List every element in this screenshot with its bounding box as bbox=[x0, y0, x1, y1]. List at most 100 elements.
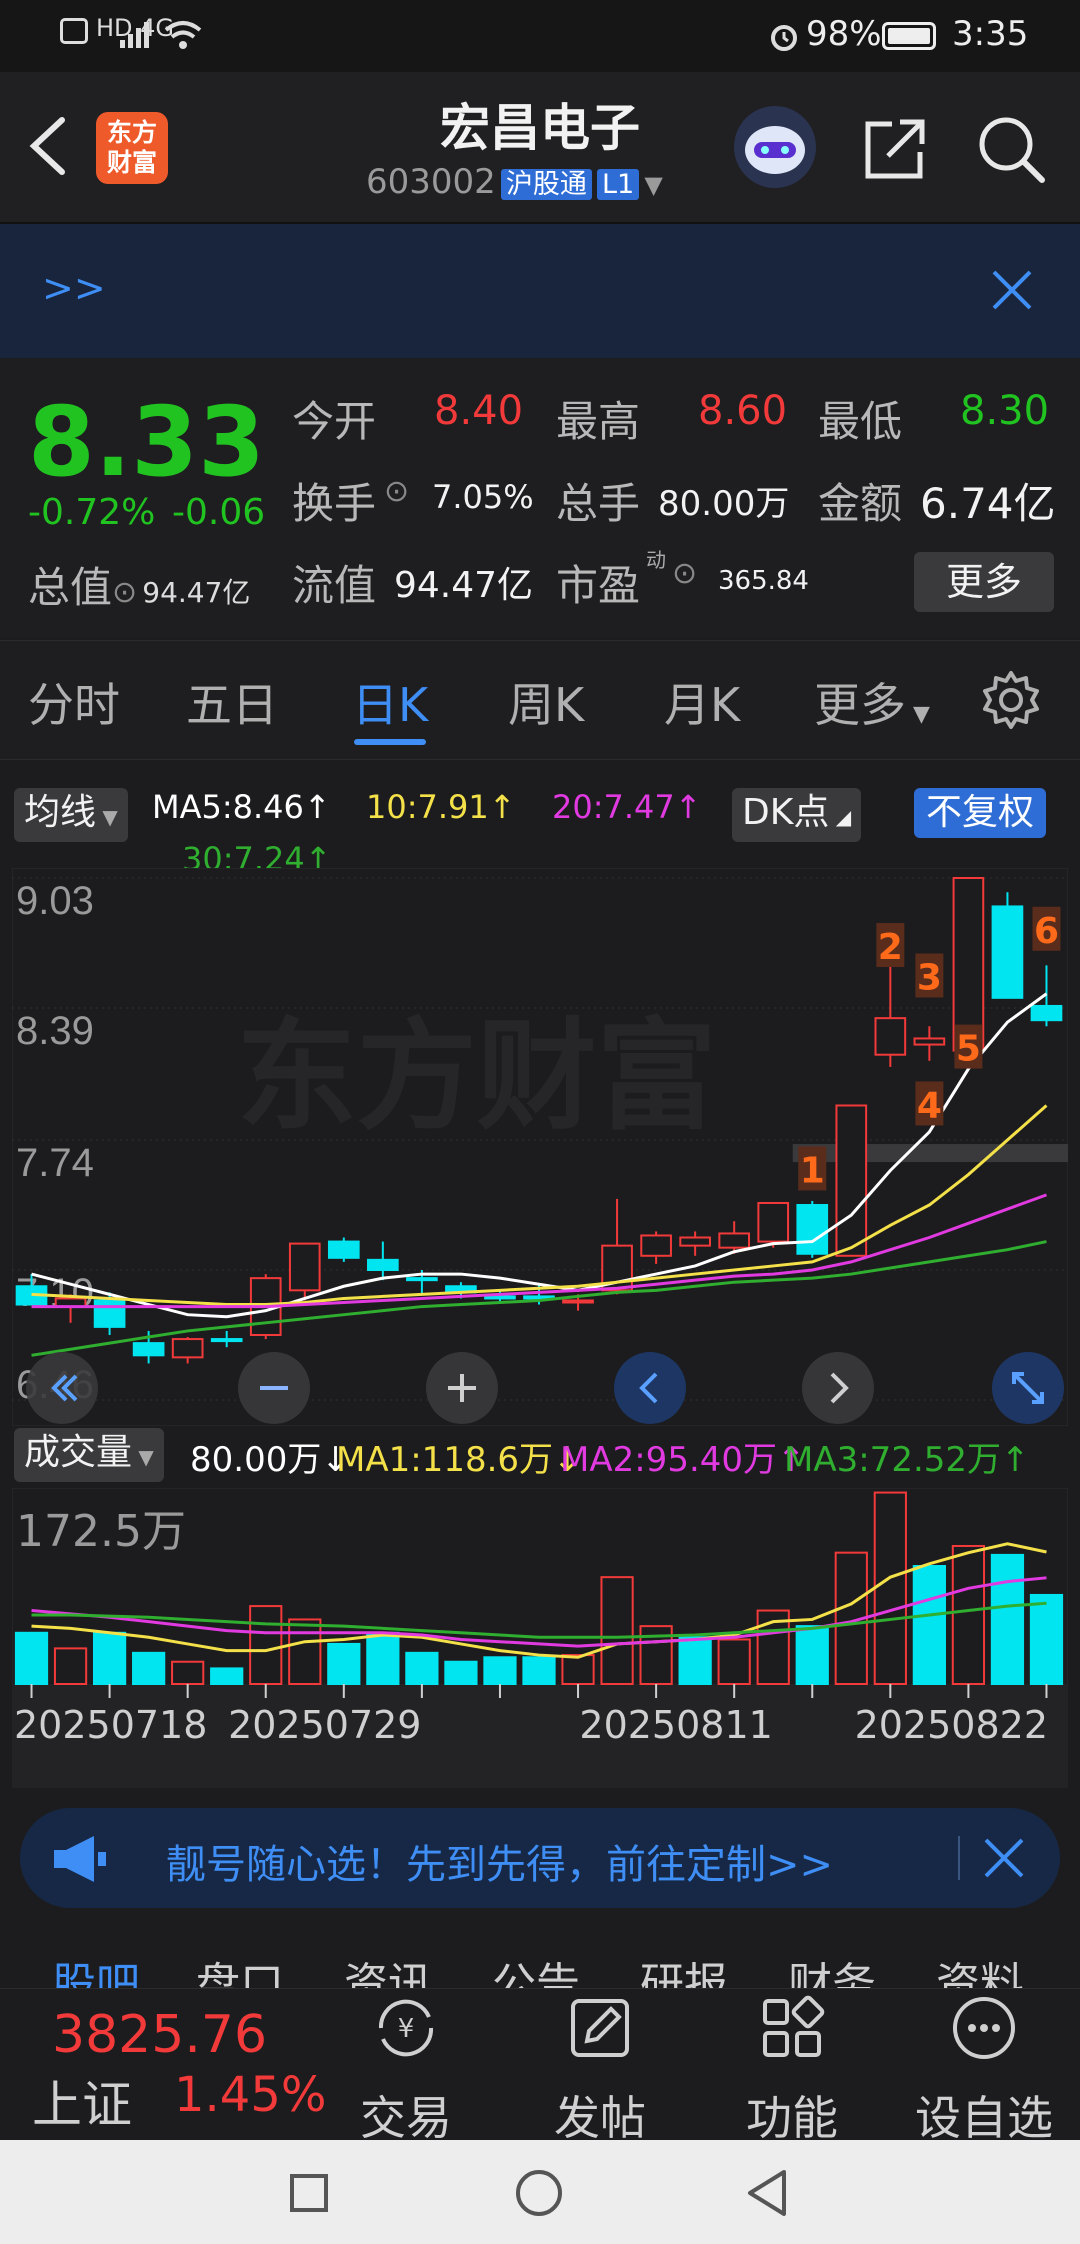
adjust-toggle[interactable]: 不复权 bbox=[914, 788, 1047, 838]
indicator-selector[interactable]: 均线 ▼ bbox=[14, 788, 128, 842]
volume-bar bbox=[288, 1618, 322, 1685]
volume-bar bbox=[405, 1651, 439, 1685]
kline-chart[interactable]: 9.038.397.747.106.46东方财富123456 bbox=[11, 867, 1069, 1427]
alarm-icon bbox=[771, 25, 797, 51]
vol-ma2: MA2:95.40万↑ bbox=[560, 1440, 806, 1480]
volume-bar bbox=[249, 1605, 283, 1685]
nav-post[interactable]: 发帖 bbox=[520, 1993, 680, 2148]
chevron-down-icon: ▼ bbox=[644, 171, 663, 199]
subtab-reports[interactable]: 研报 bbox=[640, 1948, 728, 1988]
volume-bar bbox=[522, 1656, 556, 1685]
volume-bar bbox=[327, 1642, 361, 1685]
volume-bar bbox=[717, 1638, 751, 1685]
info-icon[interactable]: ⊙ bbox=[112, 575, 137, 610]
volume-bar bbox=[366, 1631, 400, 1686]
close-icon[interactable] bbox=[982, 1836, 1026, 1880]
dk-marker-label: 4 bbox=[917, 1085, 942, 1126]
notice-banner[interactable]: >> bbox=[0, 224, 1080, 358]
dk-marker-label: 1 bbox=[800, 1150, 825, 1191]
info-icon[interactable]: ⊙ bbox=[384, 474, 409, 509]
market-cap: 总值⊙ 94.47亿 bbox=[28, 563, 251, 612]
tab-five-day[interactable]: 五日 bbox=[186, 669, 278, 735]
recents-square-icon[interactable] bbox=[290, 2174, 328, 2212]
edit-icon bbox=[571, 1999, 629, 2057]
period-tabs: 分时 五日 日K 周K 月K 更多 ▼ bbox=[0, 640, 1080, 760]
battery-icon bbox=[882, 22, 936, 50]
home-circle-icon[interactable] bbox=[516, 2170, 562, 2216]
turnover-value: 7.05% bbox=[432, 478, 534, 516]
robot-assistant-icon[interactable] bbox=[734, 106, 816, 188]
dk-point-toggle[interactable]: DK点 ◢ bbox=[732, 788, 862, 842]
candle-body bbox=[874, 1017, 907, 1056]
watermark: 东方财富 bbox=[237, 1008, 717, 1147]
stock-code: 603002 bbox=[366, 162, 496, 202]
candle-body bbox=[406, 1277, 438, 1282]
tab-weekly-k[interactable]: 周K bbox=[508, 669, 584, 735]
subtab-announcements[interactable]: 公告 bbox=[492, 1948, 580, 1988]
active-tab-indicator bbox=[354, 739, 426, 745]
index-value: 3825.76 bbox=[52, 2005, 268, 2065]
tab-daily-k[interactable]: 日K bbox=[352, 669, 428, 735]
tab-monthly-k[interactable]: 月K bbox=[664, 669, 740, 735]
y-tick-label: 7.74 bbox=[16, 1141, 94, 1185]
x-tick-label: 20250811 bbox=[579, 1703, 772, 1747]
candle-body bbox=[796, 1204, 829, 1255]
pe-value: 365.84 bbox=[718, 566, 809, 596]
settings-gear-icon[interactable] bbox=[980, 669, 1042, 731]
subtab-finance[interactable]: 财务 bbox=[788, 1948, 876, 1988]
volume-bar bbox=[951, 1544, 986, 1686]
nav-functions[interactable]: 功能 bbox=[712, 1993, 872, 2148]
back-triangle-icon[interactable] bbox=[744, 2168, 792, 2218]
dk-marker-label: 5 bbox=[956, 1029, 981, 1070]
share-icon[interactable] bbox=[862, 116, 932, 182]
index-change: 1.45% bbox=[174, 2067, 327, 2123]
market-tag: 沪股通 bbox=[500, 169, 592, 200]
dk-marker-label: 3 bbox=[917, 957, 942, 998]
more-button[interactable]: 更多 bbox=[914, 552, 1054, 612]
wifi-icon bbox=[164, 21, 202, 49]
subtab-orderbook[interactable]: 盘口 bbox=[196, 1948, 284, 1988]
promo-banner[interactable]: 靓号随心选！先到先得，前往定制>> bbox=[20, 1808, 1060, 1908]
candle-body bbox=[327, 1240, 360, 1259]
open-value: 8.40 bbox=[434, 388, 524, 434]
volume-indicator-selector[interactable]: 成交量 ▼ bbox=[14, 1428, 164, 1482]
subtab-news[interactable]: 资讯 bbox=[344, 1948, 432, 1988]
volume-bar bbox=[132, 1651, 166, 1685]
ma10-value: 10:7.91↑ bbox=[366, 788, 516, 826]
nav-add-watchlist[interactable]: 设自选 bbox=[904, 1993, 1064, 2148]
volume-chart[interactable]: 172.5万 20250718 20250729 20250811 20250822 bbox=[11, 1487, 1069, 1789]
candle-body bbox=[835, 1104, 868, 1257]
volume-bar bbox=[171, 1660, 205, 1686]
tab-more[interactable]: 更多 ▼ bbox=[814, 669, 930, 735]
float-value: 94.47亿 bbox=[394, 565, 534, 606]
volume-legend-row: 成交量 ▼ 80.00万↓ MA1:118.6万↓ MA2:95.40万↑ MA… bbox=[0, 1426, 1080, 1484]
search-icon[interactable] bbox=[976, 114, 1048, 184]
promo-text: 靓号随心选！先到先得，前往定制>> bbox=[166, 1842, 834, 1888]
low-value: 8.30 bbox=[960, 388, 1050, 434]
close-icon[interactable] bbox=[990, 268, 1034, 312]
svg-text:¥: ¥ bbox=[398, 2014, 415, 2044]
nav-trade[interactable]: ¥ 交易 bbox=[326, 1993, 486, 2148]
x-tick-label: 20250822 bbox=[855, 1703, 1048, 1747]
candle-body bbox=[132, 1342, 165, 1357]
info-icon[interactable]: ⊙ bbox=[672, 556, 697, 591]
pan-left-button bbox=[614, 1352, 686, 1424]
volume-bar bbox=[990, 1553, 1025, 1685]
index-ticker[interactable]: 3825.76 上证 1.45% bbox=[0, 1989, 330, 2139]
content-subtabs: 股吧 盘口 资讯 公告 研报 财务 资料 bbox=[0, 1930, 1080, 1988]
volume-value-label: 80.00万↓ bbox=[190, 1440, 350, 1480]
subtab-profile[interactable]: 资料 bbox=[936, 1948, 1024, 1988]
battery-percent: 98% bbox=[806, 14, 882, 54]
volume-value: 80.00万 bbox=[658, 484, 790, 524]
grid-icon bbox=[763, 1995, 825, 2057]
app-header: 东方财富 宏昌电子 603002 沪股通 L1 ▼ bbox=[0, 72, 1080, 224]
banner-text: >> bbox=[42, 266, 106, 310]
amount-value: 6.74亿 bbox=[920, 479, 1056, 528]
change-amount: -0.06 bbox=[172, 492, 266, 533]
stock-code-row[interactable]: 603002 沪股通 L1 ▼ bbox=[366, 162, 663, 202]
volume-bar bbox=[483, 1656, 517, 1685]
tab-intraday[interactable]: 分时 bbox=[28, 669, 120, 735]
ma5-value: MA5:8.46↑ bbox=[152, 788, 331, 826]
y-tick-label: 9.03 bbox=[16, 879, 94, 923]
subtab-forum[interactable]: 股吧 bbox=[52, 1948, 140, 1988]
